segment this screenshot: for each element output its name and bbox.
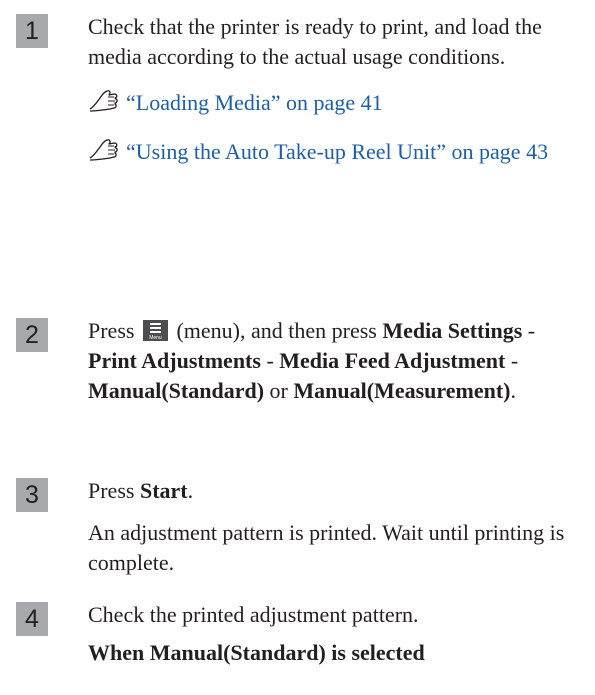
step-2: 2 Press Menu (menu), and then press Medi… [16, 316, 585, 406]
step-body: Check that the printer is ready to print… [88, 12, 585, 170]
menu-icon: Menu [142, 320, 168, 341]
menu-path-item: Print Adjustments [88, 348, 261, 373]
step-text: Press Start. [88, 478, 194, 503]
menu-path-item: Media Feed Adjustment [279, 348, 506, 373]
step-text: Press Menu (menu), and then press Media … [88, 318, 536, 403]
step-body: Press Start. An adjustment pattern is pr… [88, 476, 585, 578]
step-number-badge: 3 [16, 478, 48, 512]
menu-path-item: Manual(Standard) [88, 378, 265, 403]
step-4: 4 Check the printed adjustment pattern. … [16, 600, 585, 668]
step-text: Check the printed adjustment pattern. [88, 602, 419, 627]
step-body: Check the printed adjustment pattern. Wh… [88, 600, 585, 668]
step-body: Press Menu (menu), and then press Media … [88, 316, 585, 406]
step-note: An adjustment pattern is printed. Wait u… [88, 520, 565, 575]
step-3: 3 Press Start. An adjustment pattern is … [16, 476, 585, 578]
menu-path-item: Media Settings [382, 318, 523, 343]
start-button-label: Start [139, 478, 188, 503]
reference-link[interactable]: “Using the Auto Take-up Reel Unit” on pa… [88, 137, 585, 170]
step-number-badge: 4 [16, 602, 48, 636]
step-text: Check that the printer is ready to print… [88, 14, 542, 69]
step-number-badge: 1 [16, 14, 48, 48]
reference-link[interactable]: “Loading Media” on page 41 [88, 88, 585, 121]
step-1: 1 Check that the printer is ready to pri… [16, 12, 585, 170]
step-number-badge: 2 [16, 318, 48, 352]
pointing-hand-icon [88, 89, 120, 121]
section-subheading: When Manual(Standard) is selected [88, 640, 425, 665]
reference-link-text[interactable]: “Using the Auto Take-up Reel Unit” on pa… [126, 139, 548, 164]
pointing-hand-icon [88, 138, 120, 170]
menu-path-item: Manual(Measurement) [293, 378, 511, 403]
reference-link-text[interactable]: “Loading Media” on page 41 [126, 90, 383, 115]
